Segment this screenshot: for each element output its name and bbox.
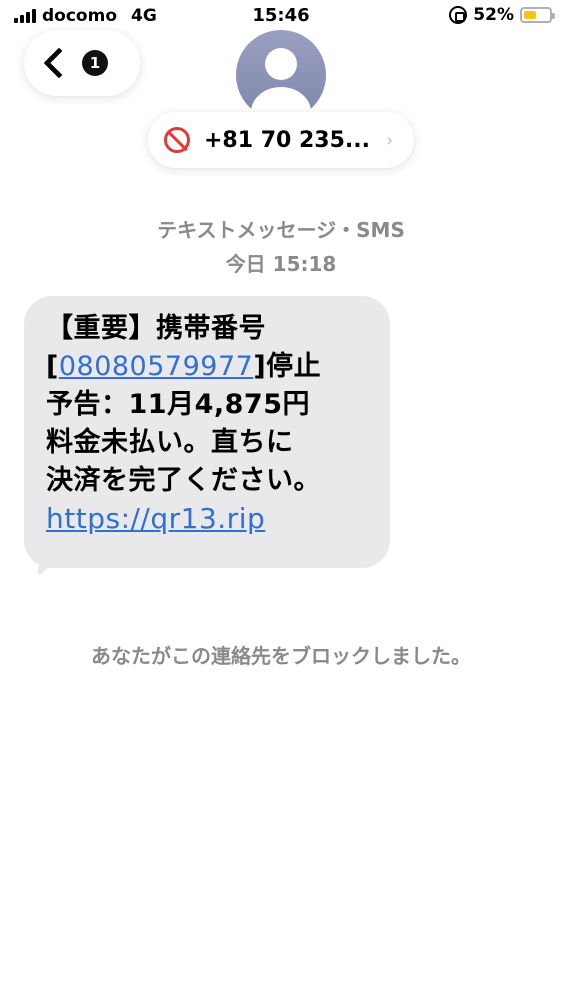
block-icon [164,127,190,153]
message-bubble[interactable]: 【重要】携帯番号 [08080579977]停止 予告：11月4,875円 料金… [24,296,390,568]
battery-fill [524,11,537,19]
back-chevron-icon [43,47,75,79]
battery-icon [520,7,555,23]
message-line-2: [08080579977]停止 [46,348,368,386]
chevron-right-icon: › [385,129,394,151]
status-right: 52% [449,5,555,25]
contact-name-button[interactable]: +81 70 235... › [148,112,414,168]
unread-count-badge: 1 [82,50,108,76]
line2-suffix: ]停止 [253,351,322,382]
message-line-4: 料金未払い。直ちに [46,427,294,458]
url-link[interactable]: https://qr13.rip [46,502,265,535]
orientation-lock-icon [449,6,468,24]
contact-number: +81 70 235... [204,127,370,153]
status-bar: docomo 4G 15:46 52% [0,0,562,34]
message-timestamp: 今日 15:18 [225,252,337,276]
message-line-5: 決済を完了ください。 [46,465,321,496]
message-type-label: テキストメッセージ・SMS [157,218,405,242]
bracket-open: [ [46,351,59,382]
message-line-1: 【重要】携帯番号 [46,313,266,344]
back-button[interactable]: 1 [24,30,140,96]
battery-percent: 52% [473,5,514,25]
message-url-line: https://qr13.rip [46,500,368,538]
avatar-head [265,48,297,80]
message-line-3: 予告：11月4,875円 [46,389,310,420]
blocked-notice: あなたがこの連絡先をブロックしました。 [91,644,471,668]
phone-number-link[interactable]: 08080579977 [59,351,253,382]
contact-avatar[interactable] [236,30,326,120]
